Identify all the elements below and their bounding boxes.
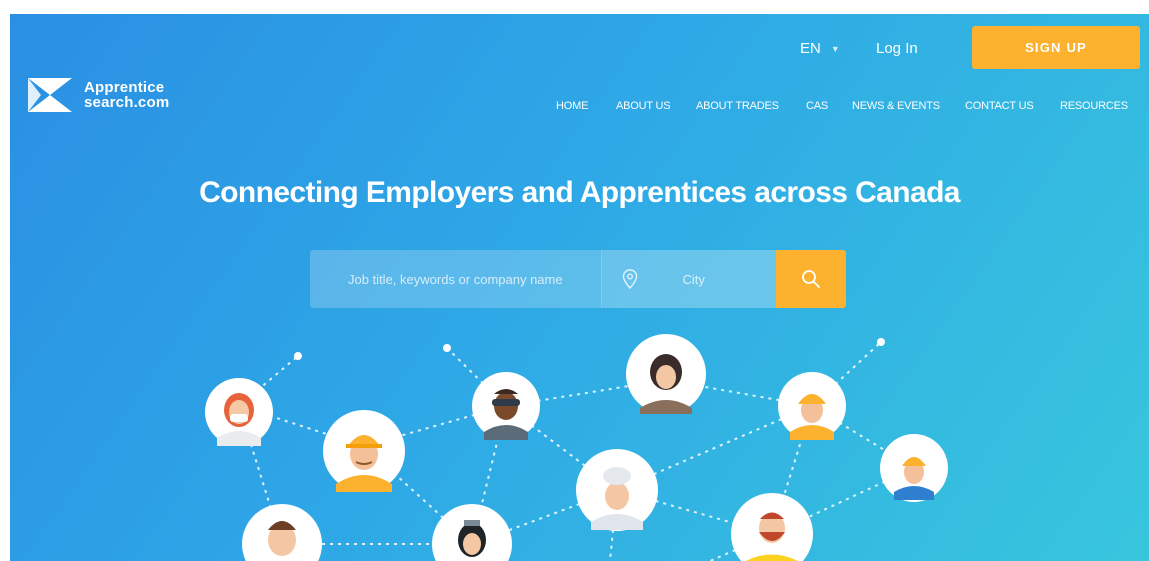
hero-section: Apprentice search.com EN ▼ Log In SIGN U…: [10, 14, 1149, 561]
language-selector[interactable]: EN ▼: [800, 40, 840, 57]
avatar-barista: [626, 334, 706, 414]
avatar-surgeon: [432, 504, 512, 561]
search-icon: [802, 270, 820, 288]
city-field-wrapper: [601, 250, 777, 308]
avatar-bearded-worker: [731, 493, 813, 561]
search-button[interactable]: [776, 250, 846, 308]
signup-button[interactable]: SIGN UP: [972, 26, 1140, 69]
nav-home[interactable]: HOME: [556, 100, 588, 112]
avatar-construction-worker: [323, 410, 405, 492]
language-label: EN: [800, 40, 821, 57]
page-title: Connecting Employers and Apprentices acr…: [199, 176, 960, 209]
avatar-worker-woman: [880, 434, 948, 502]
avatar-chef: [576, 449, 658, 531]
login-link[interactable]: Log In: [876, 40, 918, 57]
caret-down-icon: ▼: [830, 43, 840, 54]
nav-about-us[interactable]: ABOUT US: [616, 100, 671, 112]
avatar-mechanic: [472, 372, 540, 440]
location-pin-icon: [623, 269, 638, 289]
main-nav: HOME ABOUT US ABOUT TRADES CAS NEWS & EV…: [10, 100, 1149, 116]
nav-contact-us[interactable]: CONTACT US: [965, 100, 1034, 112]
nav-resources[interactable]: RESOURCES: [1060, 100, 1128, 112]
job-search-bar: [310, 250, 846, 308]
keywords-field-wrapper: [310, 250, 602, 308]
avatar-doctor: [205, 378, 273, 446]
nav-cas[interactable]: CAS: [806, 100, 828, 112]
logo-line-1: Apprentice: [84, 79, 165, 96]
city-input[interactable]: [680, 270, 775, 288]
avatar-professional: [242, 504, 322, 561]
nav-news-events[interactable]: NEWS & EVENTS: [852, 100, 940, 112]
avatar-electrician: [778, 372, 846, 440]
nav-about-trades[interactable]: ABOUT TRADES: [696, 100, 779, 112]
keywords-input[interactable]: [346, 270, 580, 288]
